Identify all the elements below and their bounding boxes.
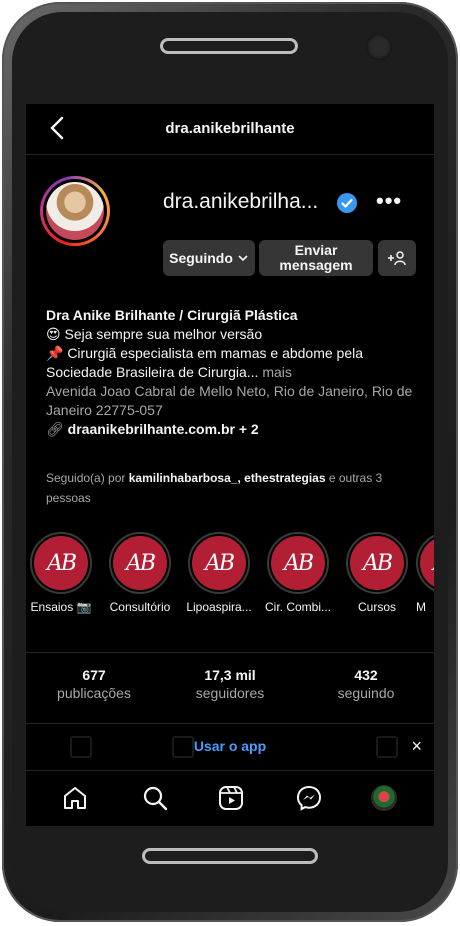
- highlight-item[interactable]: AB Cursos: [337, 532, 417, 614]
- bio-name: Dra Anike Brilhante / Cirurgiã Plástica: [46, 307, 298, 323]
- following-count: 432: [354, 667, 378, 683]
- search-icon[interactable]: [142, 785, 168, 811]
- followed-by-user-1[interactable]: kamilinhabarbosa_: [129, 471, 238, 485]
- highlight-logo: AB: [362, 550, 393, 576]
- highlight-label: Lipoaspira...: [186, 600, 252, 614]
- highlight-item[interactable]: AB Cir. Combi...: [258, 532, 338, 614]
- bio-line-2: 📌 Cirurgiã especialista em mamas e abdom…: [46, 344, 426, 382]
- followers-label: seguidores: [195, 685, 265, 701]
- instagram-profile-screen: dra.anikebrilhante dra.anikebrilha... ••…: [26, 104, 434, 826]
- bio-link-row[interactable]: 🔗︎ draanikebrilhante.com.br + 2: [46, 420, 426, 439]
- phone-camera: [366, 34, 392, 60]
- bio-line-2-text: 📌 Cirurgiã especialista em mamas e abdom…: [46, 345, 364, 380]
- phone-home-indicator: [142, 848, 318, 864]
- highlight-item[interactable]: AB M: [416, 532, 434, 614]
- avatar-image: [46, 182, 104, 240]
- highlight-label: Cursos: [357, 600, 396, 614]
- followed-by-separator: ,: [237, 471, 241, 485]
- posts-count: 677: [82, 667, 106, 683]
- highlight-label: M: [416, 600, 426, 614]
- highlight-item[interactable]: AB Ensaios 📷: [26, 532, 101, 614]
- highlight-label: Cir. Combi...: [264, 600, 331, 614]
- bottom-navigation: [26, 770, 434, 826]
- followed-by-prefix: Seguido(a) por: [46, 471, 126, 485]
- followed-by-user-2[interactable]: ethestrategias: [244, 471, 325, 485]
- phone-speaker: [160, 38, 298, 54]
- bio-address[interactable]: Avenida Joao Cabral de Mello Neto, Rio d…: [46, 382, 426, 420]
- highlight-label: Consultório: [109, 600, 171, 614]
- highlight-logo: AB: [204, 550, 235, 576]
- stat-following[interactable]: 432 seguindo: [298, 667, 434, 701]
- highlight-logo: AB: [125, 550, 156, 576]
- send-message-button[interactable]: Enviar mensagem: [259, 240, 373, 276]
- bio-line-1: 😍 Seja sempre sua melhor versão: [46, 326, 263, 342]
- top-bar: dra.anikebrilhante: [26, 104, 434, 155]
- messenger-icon[interactable]: [296, 785, 322, 811]
- following-button-label: Seguindo: [169, 249, 233, 266]
- use-app-link[interactable]: Usar o app: [26, 738, 434, 754]
- highlight-logo: AB: [283, 550, 314, 576]
- close-icon[interactable]: ×: [411, 736, 422, 757]
- profile-avatar[interactable]: [40, 176, 110, 246]
- add-user-icon: [388, 251, 406, 266]
- chevron-down-icon: [238, 255, 248, 262]
- profile-bio: Dra Anike Brilhante / Cirurgiã Plástica …: [46, 306, 426, 439]
- followers-count: 17,3 mil: [204, 667, 256, 683]
- highlight-item[interactable]: AB Consultório: [100, 532, 180, 614]
- use-app-banner: Usar o app ×: [26, 724, 434, 768]
- highlight-logo: AB: [46, 550, 77, 576]
- following-button[interactable]: Seguindo: [163, 240, 255, 276]
- more-options-icon[interactable]: •••: [376, 188, 402, 214]
- page-title: dra.anikebrilhante: [165, 120, 295, 137]
- stat-followers[interactable]: 17,3 mil seguidores: [162, 667, 298, 701]
- highlight-logo: AB: [433, 551, 434, 576]
- bio-link[interactable]: draanikebrilhante.com.br + 2: [68, 421, 259, 437]
- home-icon[interactable]: [62, 785, 88, 811]
- link-icon: 🔗︎: [46, 421, 64, 437]
- highlight-label: Ensaios 📷: [30, 600, 92, 614]
- add-user-button[interactable]: [378, 240, 416, 276]
- reels-icon[interactable]: [218, 785, 244, 811]
- followed-by-text[interactable]: Seguido(a) por kamilinhabarbosa_, ethest…: [46, 468, 426, 508]
- stat-posts[interactable]: 677 publicações: [26, 667, 162, 701]
- profile-username: dra.anikebrilha...: [163, 190, 319, 213]
- profile-avatar-nav[interactable]: [371, 785, 397, 811]
- verified-badge-icon: [337, 193, 357, 213]
- profile-stats: 677 publicações 17,3 mil seguidores 432 …: [26, 652, 434, 724]
- highlight-item[interactable]: AB Lipoaspira...: [179, 532, 259, 614]
- posts-label: publicações: [57, 685, 131, 701]
- bio-more-link[interactable]: mais: [262, 364, 292, 380]
- following-label: seguindo: [337, 685, 395, 701]
